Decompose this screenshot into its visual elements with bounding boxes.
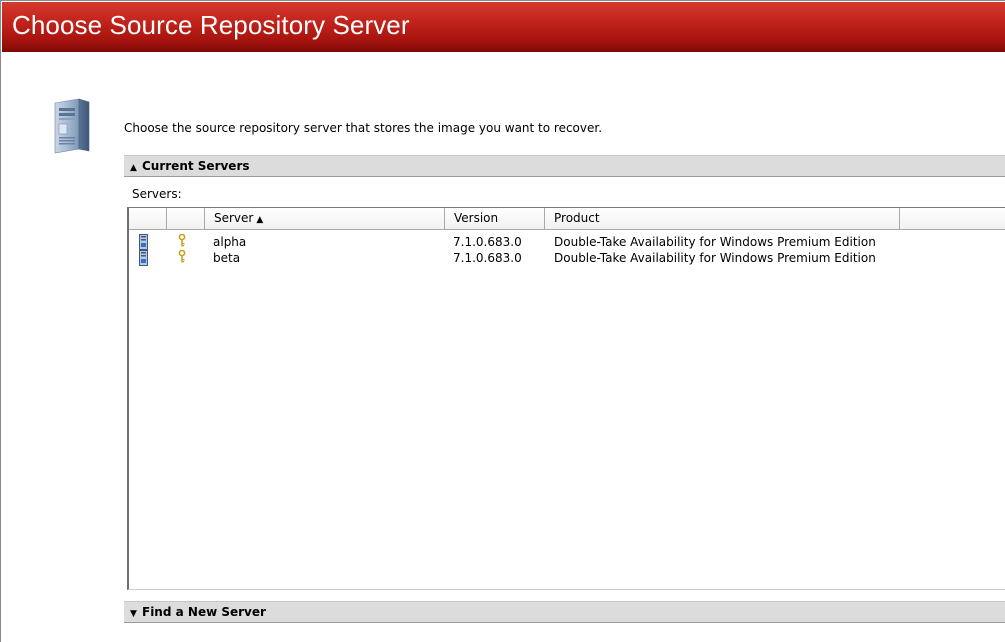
- server-product: Double-Take Availability for Windows Pre…: [554, 235, 876, 249]
- server-icon: [139, 250, 148, 270]
- wizard-page: Choose Source Repository Server Choose t…: [0, 0, 1005, 642]
- server-tower-icon: [54, 98, 90, 154]
- expand-arrow-icon: ▼: [130, 609, 137, 619]
- current-servers-section-toggle[interactable]: ▲ Current Servers: [124, 155, 1005, 177]
- server-product: Double-Take Availability for Windows Pre…: [554, 251, 876, 265]
- find-new-server-header-label: Find a New Server: [142, 605, 266, 619]
- server-version: 7.1.0.683.0: [453, 235, 522, 249]
- column-header-product[interactable]: Product: [545, 208, 900, 230]
- key-icon: [178, 249, 186, 267]
- column-header-filler: [900, 208, 1005, 230]
- server-row-beta[interactable]: beta 7.1.0.683.0 Double-Take Availabilit…: [129, 249, 1005, 267]
- servers-list[interactable]: Server ▲ Version Product alpha 7.1.0.683…: [127, 207, 1005, 590]
- server-version: 7.1.0.683.0: [453, 251, 522, 265]
- current-servers-header-label: Current Servers: [142, 159, 250, 173]
- title-bar: Choose Source Repository Server: [2, 2, 1005, 52]
- collapse-arrow-icon: ▲: [130, 163, 137, 173]
- column-header-product-label: Product: [554, 211, 600, 225]
- sort-ascending-icon: ▲: [256, 215, 264, 225]
- servers-list-header: Server ▲ Version Product: [129, 208, 1005, 230]
- column-header-version-label: Version: [454, 211, 499, 225]
- servers-label: Servers:: [132, 187, 182, 201]
- column-header-key[interactable]: [167, 208, 205, 230]
- server-row-alpha[interactable]: alpha 7.1.0.683.0 Double-Take Availabili…: [129, 233, 1005, 251]
- column-header-icon[interactable]: [129, 208, 167, 230]
- column-header-version[interactable]: Version: [445, 208, 545, 230]
- server-name: alpha: [213, 235, 247, 249]
- column-header-server[interactable]: Server ▲: [205, 208, 445, 230]
- column-header-server-label: Server: [214, 211, 254, 225]
- find-new-server-section-toggle[interactable]: ▼ Find a New Server: [124, 601, 1005, 623]
- instruction-text: Choose the source repository server that…: [124, 121, 603, 135]
- page-title: Choose Source Repository Server: [12, 10, 410, 40]
- server-name: beta: [213, 251, 241, 265]
- key-icon: [178, 233, 186, 251]
